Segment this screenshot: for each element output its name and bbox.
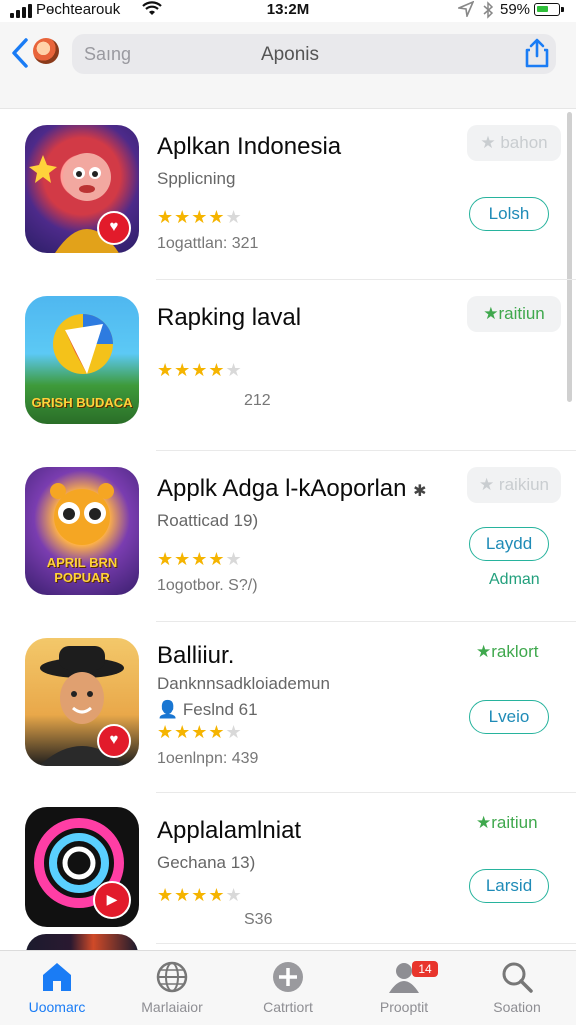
app-subtitle-secondary-text: Feslnd 61	[182, 700, 258, 719]
app-meta: 1oenlnpn: 439	[157, 750, 259, 767]
tab-label: Uoomarc	[28, 999, 86, 1015]
star-rating: ★★★★★	[157, 722, 243, 742]
app-subtitle: Roatticad 19)	[157, 511, 259, 530]
app-name: Aplkan Indonesia	[157, 133, 342, 160]
star-rating: ★★★★★	[157, 549, 243, 569]
rank-badge: ★raklort	[476, 642, 539, 661]
rank-badge: ★ bahon	[467, 125, 561, 161]
search-icon	[502, 962, 533, 993]
app-subtitle: Gechana 13)	[157, 853, 256, 872]
app-icon: ♥	[25, 125, 139, 253]
battery-icon	[534, 3, 564, 16]
rank-badge: ★raitiun	[467, 296, 561, 332]
app-meta: 212	[244, 392, 271, 409]
app-name-text: Applk Adga l‑kAoporlan	[157, 475, 407, 502]
tab-browse[interactable]: Marlaiaior	[122, 959, 222, 1023]
heart-icon: ♥	[97, 724, 131, 758]
star-rating: ★★★★★	[157, 885, 243, 905]
app-icon: ♥	[25, 638, 139, 766]
get-button[interactable]: Lveio	[469, 700, 549, 734]
star-rating: ★★★★★	[157, 360, 243, 380]
battery-percentage: 59%	[500, 1, 531, 18]
notification-badge: 14	[412, 961, 438, 977]
app-meta: 1ogattlan: 321	[157, 235, 259, 252]
tab-home[interactable]: Uoomarc	[7, 959, 107, 1023]
app-name: Applalamlniat	[157, 817, 302, 844]
app-subtitle-secondary: 👤 Feslnd 61	[157, 700, 258, 720]
tab-label: Soation	[493, 999, 541, 1015]
settings-icon: ✱	[413, 483, 427, 500]
bluetooth-icon	[482, 1, 494, 23]
app-icon: ▶	[25, 807, 139, 927]
app-name: Balliiur.	[157, 642, 235, 669]
list-item[interactable]: GRISH BUDACA Rapking laval ★★★★★ 212 ★ra…	[25, 280, 576, 451]
list-item[interactable]: ▶ Applalamlniat Gechana 13) ★★★★★ S36 ★r…	[25, 793, 576, 944]
get-button[interactable]: Lolsh	[469, 197, 549, 231]
tab-label: Marlaiaior	[141, 999, 203, 1015]
tab-label: Prooptit	[379, 999, 429, 1015]
app-icon: GRISH BUDACA	[25, 296, 139, 424]
status-bar: Pɵchtearouk 13:2M 59%	[0, 0, 576, 22]
icon-wordmark: GRISH BUDACA	[31, 395, 133, 410]
app-name: Rapking laval	[157, 304, 302, 331]
get-button[interactable]: Larsid	[469, 869, 549, 903]
tab-profile[interactable]: 14 Prooptit	[354, 959, 454, 1023]
tab-label: Catrtiort	[263, 999, 313, 1015]
globe-icon	[156, 961, 188, 993]
list-item[interactable]: ♥ Aplkan Indonesia Spplicning ★★★★★ 1oga…	[25, 109, 576, 280]
user-icon: 👤	[157, 700, 179, 719]
tab-bar: Uoomarc Marlaiaior Catrtiort 14 Prooptit…	[0, 950, 576, 1025]
icon-wordmark: APRIL BRN POPUAR	[46, 555, 118, 585]
home-icon	[43, 963, 71, 991]
list-item[interactable]: APRIL BRN POPUAR Applk Adga l‑kAoporlan …	[25, 451, 576, 622]
plus-icon	[273, 962, 303, 992]
play-icon: ▶	[93, 881, 131, 919]
rank-badge: ★ raikiun	[467, 467, 561, 503]
app-subtitle: Spplicning	[157, 169, 236, 188]
tab-search[interactable]: Soation	[467, 959, 567, 1023]
avatar[interactable]	[33, 38, 59, 64]
app-list: ♥ Aplkan Indonesia Spplicning ★★★★★ 1oga…	[0, 109, 576, 944]
rank-badge: ★raitiun	[476, 813, 538, 832]
search-field[interactable]: Saıng Aponis	[72, 34, 556, 74]
navigation-bar: Saıng Aponis	[0, 22, 576, 109]
share-button[interactable]	[524, 38, 550, 68]
tab-create[interactable]: Catrtiort	[238, 959, 338, 1023]
app-name: Applk Adga l‑kAoporlan ✱	[157, 475, 427, 503]
star-rating: ★★★★★	[157, 207, 243, 227]
button-caption: Adman	[489, 571, 540, 588]
page-title: Aponis	[260, 44, 320, 65]
app-meta: 1ogotbor. S?/)	[157, 577, 258, 594]
heart-icon: ♥	[97, 211, 131, 245]
list-item[interactable]: ♥ Balliiur. Danknnsadkloiademun 👤 Feslnd…	[25, 622, 576, 793]
app-icon: APRIL BRN POPUAR	[25, 467, 139, 595]
share-icon	[525, 38, 549, 68]
app-subtitle: Danknnsadkloiademun	[157, 674, 330, 693]
get-button[interactable]: Laydd	[469, 527, 549, 561]
app-meta: S36	[244, 911, 273, 928]
location-icon	[456, 0, 475, 21]
